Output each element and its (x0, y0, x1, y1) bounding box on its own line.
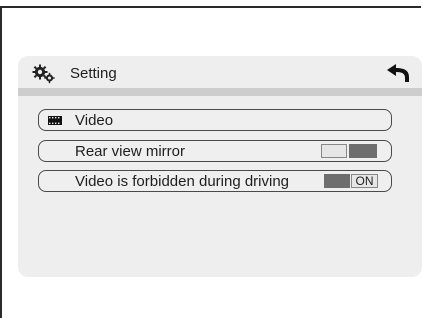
toggle-knob (349, 144, 377, 158)
video-forbidden-driving-item[interactable]: Video is forbidden during driving ON (38, 170, 392, 192)
rear-view-mirror-item[interactable]: Rear view mirror (38, 140, 392, 162)
video-film-icon (48, 116, 62, 125)
toggle-on-text: ON (351, 174, 378, 188)
gears-icon (32, 64, 55, 84)
back-arrow-icon[interactable] (384, 61, 412, 85)
settings-header: Setting (18, 56, 422, 90)
header-divider-bar (18, 88, 422, 96)
video-forbidden-driving-label: Video is forbidden during driving (75, 173, 290, 190)
video-menu-item[interactable]: Video (38, 109, 392, 131)
settings-panel: Setting Video Rear view mirror Video is … (18, 56, 422, 277)
page-title: Setting (70, 65, 117, 82)
rear-view-mirror-toggle[interactable] (321, 144, 377, 158)
video-label: Video (75, 112, 114, 129)
rear-view-mirror-label: Rear view mirror (75, 143, 186, 160)
video-forbidden-driving-toggle[interactable]: ON (324, 174, 378, 188)
toggle-knob (324, 174, 350, 188)
toggle-off-segment (321, 144, 347, 158)
